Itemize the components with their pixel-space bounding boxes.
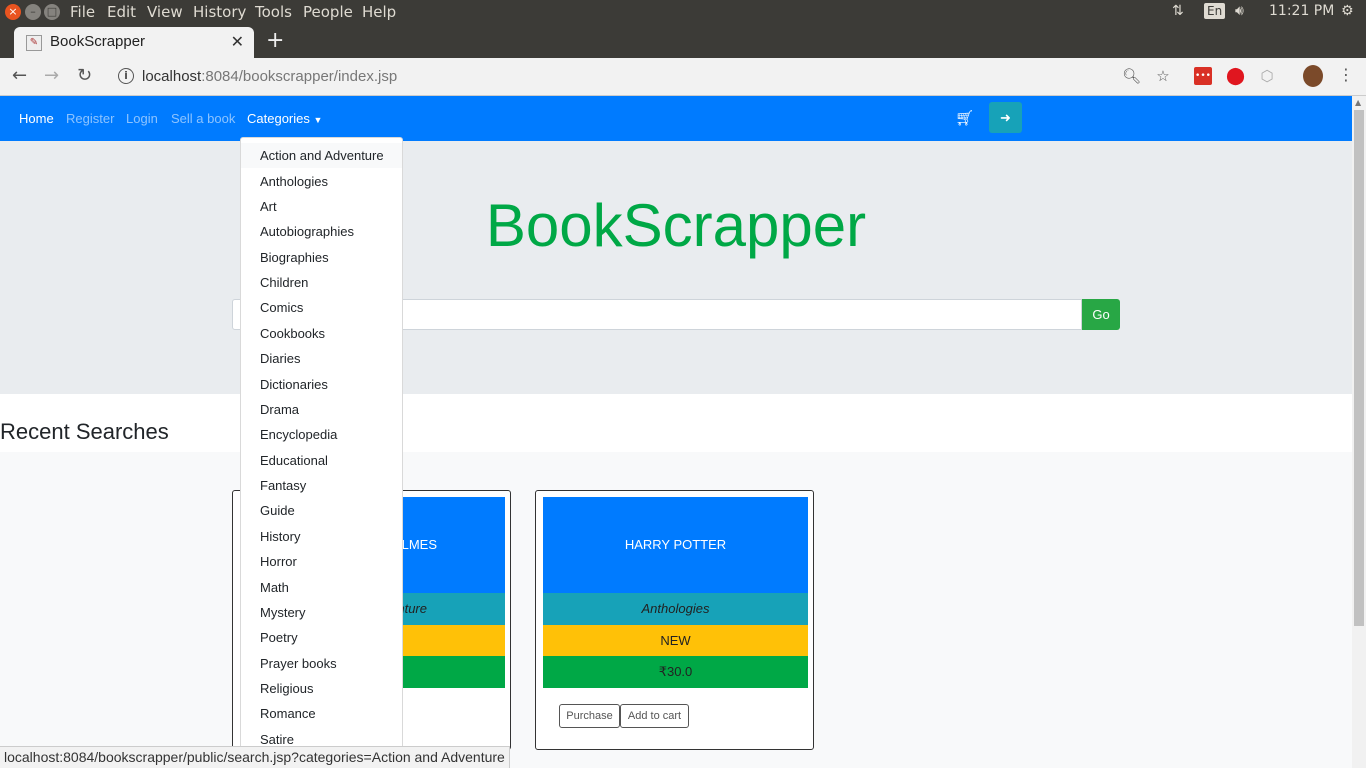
- book-card: HARRY POTTER Anthologies NEW ₹30.0 Purch…: [535, 490, 814, 750]
- logout-button[interactable]: ➜: [989, 102, 1022, 133]
- reload-icon[interactable]: ↻: [77, 65, 92, 86]
- scrollbar-thumb[interactable]: [1354, 110, 1364, 626]
- caret-down-icon: ▼: [313, 115, 323, 125]
- browser-tab[interactable]: ✎ BookScrapper ✕: [14, 27, 254, 58]
- category-item[interactable]: Art: [241, 194, 402, 219]
- purchase-button[interactable]: Purchase: [559, 704, 620, 728]
- volume-icon[interactable]: 🔊︎: [1235, 3, 1244, 19]
- category-item[interactable]: Cookbooks: [241, 321, 402, 346]
- logout-icon: ➜: [1000, 110, 1011, 125]
- bookmark-star-icon[interactable]: ☆: [1154, 67, 1172, 85]
- categories-dropdown-menu: Action and Adventure Anthologies Art Aut…: [240, 137, 403, 768]
- link-status-bubble: localhost:8084/bookscrapper/public/searc…: [0, 746, 510, 768]
- category-item[interactable]: Encyclopedia: [241, 422, 402, 447]
- category-item[interactable]: Diaries: [241, 346, 402, 371]
- zoom-icon[interactable]: 🔍︎: [1122, 67, 1141, 85]
- book-category: Anthologies: [543, 593, 808, 625]
- category-item[interactable]: Comics: [241, 295, 402, 320]
- category-item[interactable]: Romance: [241, 701, 402, 726]
- favicon-icon: ✎: [26, 35, 42, 51]
- window-minimize-button[interactable]: –: [25, 4, 41, 20]
- page-viewport: Home Register Login Sell a book Categori…: [0, 96, 1352, 768]
- category-item[interactable]: Guide: [241, 498, 402, 523]
- browser-toolbar: ← → ↻ i localhost:8084/bookscrapper/inde…: [0, 58, 1366, 96]
- window-close-button[interactable]: ×: [5, 4, 21, 20]
- category-item[interactable]: History: [241, 524, 402, 549]
- book-price: ₹30.0: [543, 656, 808, 688]
- category-item[interactable]: Dictionaries: [241, 372, 402, 397]
- profile-avatar[interactable]: [1303, 65, 1323, 87]
- site-info-icon[interactable]: i: [118, 68, 134, 84]
- category-item[interactable]: Prayer books: [241, 651, 402, 676]
- window-maximize-button[interactable]: □: [44, 4, 60, 20]
- lastpass-extension-icon[interactable]: •••: [1194, 67, 1212, 85]
- back-arrow-icon[interactable]: ←: [12, 65, 27, 86]
- category-item[interactable]: Mystery: [241, 600, 402, 625]
- menu-edit[interactable]: Edit: [107, 3, 136, 21]
- tab-title: BookScrapper: [50, 33, 146, 50]
- category-item[interactable]: Religious: [241, 676, 402, 701]
- category-item[interactable]: Horror: [241, 549, 402, 574]
- category-item[interactable]: Action and Adventure: [241, 143, 402, 168]
- site-navbar: Home Register Login Sell a book Categori…: [0, 96, 1352, 141]
- shopping-cart-icon[interactable]: 🛒︎: [955, 109, 974, 127]
- category-item[interactable]: Educational: [241, 448, 402, 473]
- opera-extension-icon[interactable]: ⬤: [1226, 67, 1245, 85]
- new-tab-button[interactable]: +: [266, 28, 284, 53]
- recent-searches-heading: Recent Searches: [0, 419, 169, 444]
- browser-menu-icon[interactable]: ⋮: [1338, 65, 1354, 84]
- go-button[interactable]: Go: [1082, 299, 1120, 330]
- hero-jumbotron: BookScrapper Go: [0, 141, 1352, 394]
- nav-login[interactable]: Login: [126, 111, 158, 126]
- url-text[interactable]: localhost:8084/bookscrapper/index.jsp: [142, 68, 397, 85]
- nav-home[interactable]: Home: [19, 111, 54, 126]
- category-item[interactable]: Anthologies: [241, 169, 402, 194]
- brand-title: BookScrapper: [485, 192, 867, 259]
- nav-register[interactable]: Register: [66, 111, 114, 126]
- category-item[interactable]: Drama: [241, 397, 402, 422]
- keyboard-layout-indicator[interactable]: En: [1204, 3, 1226, 19]
- category-item[interactable]: Poetry: [241, 625, 402, 650]
- menu-view[interactable]: View: [147, 3, 183, 21]
- os-top-panel: × – □ File Edit View History Tools Peopl…: [0, 0, 1366, 24]
- category-item[interactable]: Biographies: [241, 245, 402, 270]
- clock[interactable]: 11:21 PM: [1269, 3, 1334, 19]
- network-icon[interactable]: ⇅: [1172, 3, 1184, 19]
- book-condition: NEW: [543, 625, 808, 656]
- menu-tools[interactable]: Tools: [255, 3, 292, 21]
- scroll-up-arrow-icon[interactable]: ▲: [1355, 98, 1361, 107]
- forward-arrow-icon[interactable]: →: [44, 65, 59, 86]
- category-item[interactable]: Math: [241, 575, 402, 600]
- menu-help[interactable]: Help: [362, 3, 396, 21]
- category-item[interactable]: Fantasy: [241, 473, 402, 498]
- address-bar[interactable]: i localhost:8084/bookscrapper/index.jsp: [108, 62, 1113, 92]
- nav-categories-toggle[interactable]: Categories ▼: [247, 111, 322, 126]
- menu-history[interactable]: History: [193, 3, 246, 21]
- menu-people[interactable]: People: [303, 3, 353, 21]
- tab-close-icon[interactable]: ✕: [231, 32, 244, 51]
- recent-header-band: [0, 394, 1352, 452]
- settings-gear-icon[interactable]: ⚙: [1341, 3, 1354, 19]
- book-title[interactable]: HARRY POTTER: [543, 497, 808, 593]
- page-scrollbar[interactable]: ▲: [1352, 96, 1366, 768]
- add-to-cart-button[interactable]: Add to cart: [620, 704, 689, 728]
- category-item[interactable]: Children: [241, 270, 402, 295]
- nav-sell-book[interactable]: Sell a book: [171, 111, 235, 126]
- browser-tabstrip: ✎ BookScrapper ✕ +: [0, 24, 1366, 58]
- cube-extension-icon[interactable]: ⬡: [1258, 67, 1276, 85]
- menu-file[interactable]: File: [70, 3, 95, 21]
- category-item[interactable]: Autobiographies: [241, 219, 402, 244]
